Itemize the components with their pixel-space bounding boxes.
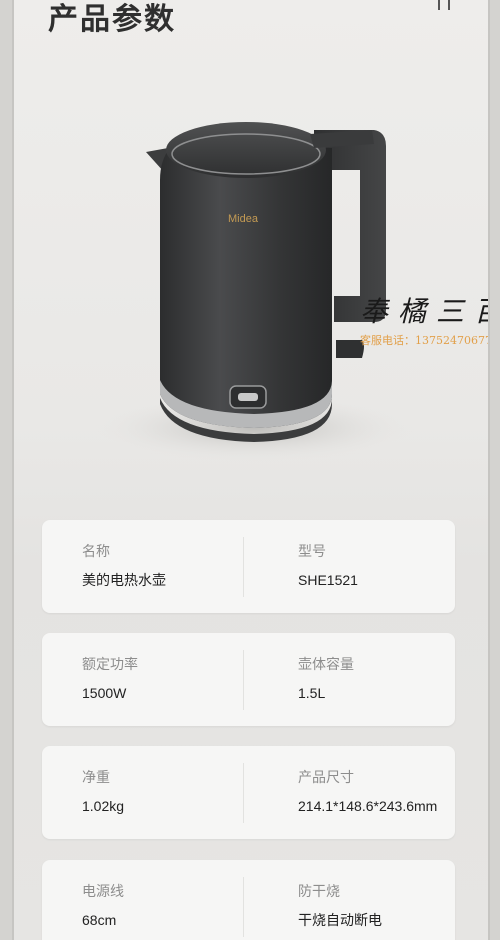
spec-card: 电源线 68cm 防干烧 干烧自动断电 [42, 860, 455, 940]
divider [243, 650, 244, 710]
spec-card: 额定功率 1500W 壶体容量 1.5L [42, 633, 455, 726]
spec-label: 产品尺寸 [298, 769, 354, 785]
spec-value: 1500W [82, 685, 127, 701]
spec-label: 净重 [82, 769, 110, 785]
spec-label: 防干烧 [298, 883, 340, 899]
spec-card: 名称 美的电热水壶 型号 SHE1521 [42, 520, 455, 613]
product-image: Midea 奉橘三百 客服电话：13752470677 [14, 60, 488, 500]
spec-label: 壶体容量 [298, 656, 354, 672]
spec-value: 美的电热水壶 [82, 572, 166, 588]
spec-value: 1.02kg [82, 798, 125, 814]
kettle-illustration: Midea [94, 122, 414, 462]
watermark-contact: 客服电话：13752470677 [360, 334, 490, 347]
spec-value: 214.1*148.6*243.6mm [298, 798, 438, 814]
spec-label: 额定功率 [82, 656, 138, 672]
divider [243, 537, 244, 597]
screen: 产品参数 Midea 奉橘三 客服电话：13752470677 名称 美的电热水… [12, 0, 490, 940]
divider [243, 877, 244, 937]
spec-label: 名称 [82, 543, 110, 559]
spec-label: 电源线 [82, 883, 124, 899]
brand-logo: Midea [228, 213, 259, 225]
spec-card: 净重 1.02kg 产品尺寸 214.1*148.6*243.6mm [42, 746, 455, 839]
spec-value: 1.5L [298, 685, 326, 701]
page-title: 产品参数 [48, 3, 176, 36]
spec-label: 型号 [298, 543, 326, 559]
watermark: 奉橘三百 客服电话：13752470677 [360, 290, 490, 348]
divider [243, 763, 244, 823]
spec-value: SHE1521 [298, 572, 358, 588]
watermark-name: 奉橘三百 [360, 295, 488, 328]
spec-value: 68cm [82, 912, 117, 928]
spec-value: 干烧自动断电 [298, 912, 382, 928]
menu-icon[interactable] [438, 0, 452, 10]
